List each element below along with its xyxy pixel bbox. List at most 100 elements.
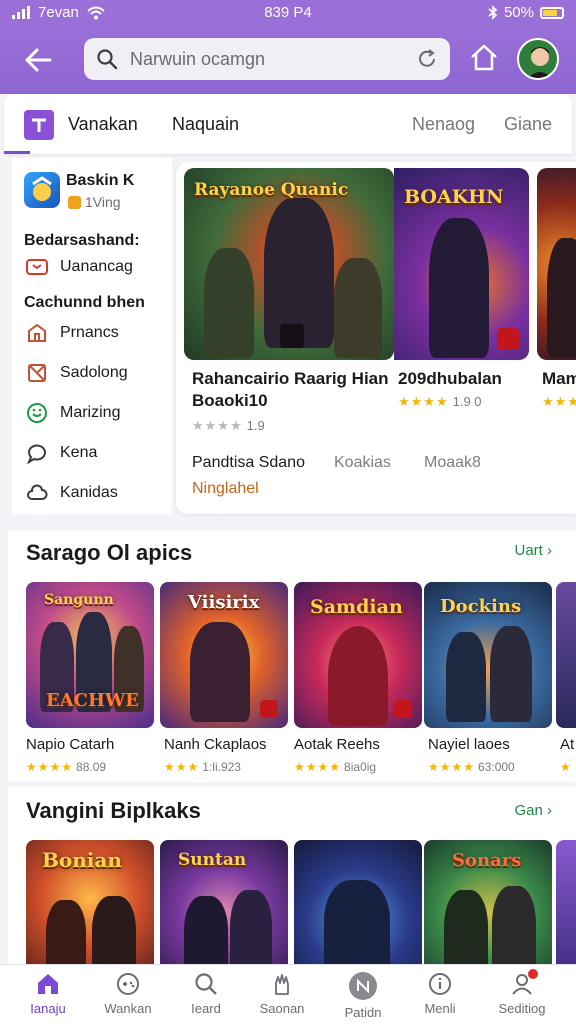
play-icon[interactable]	[280, 324, 304, 348]
back-arrow-icon[interactable]	[20, 42, 56, 78]
panel-item-marizing[interactable]: Marizing	[26, 402, 120, 424]
game-card[interactable]: Viisirix	[160, 582, 288, 728]
featured-card[interactable]: BOAKHN	[394, 168, 529, 360]
gamepad-icon	[117, 973, 139, 995]
game-art-title: Sonars	[452, 850, 522, 871]
nav-wankan[interactable]: Wankan	[92, 971, 164, 1016]
game-art-title: Bonian	[42, 848, 122, 872]
app-icon[interactable]	[24, 172, 60, 208]
featured-title-line: Mam	[542, 369, 576, 388]
see-all-link[interactable]: Gan ›	[514, 802, 552, 819]
featured-meta-3[interactable]: Moaak8	[424, 454, 481, 472]
featured-orange-label[interactable]: Ninglahel	[192, 480, 259, 498]
chat-bubble-icon	[27, 444, 46, 464]
panel-item-label: Kena	[60, 444, 98, 461]
game-card[interactable]: Sangunn EACHWE	[26, 582, 154, 728]
refresh-icon[interactable]	[416, 48, 438, 70]
stars-icon: ★★★★	[398, 394, 449, 409]
tab-bar: Vanakan Naquain Nenaog Giane	[4, 94, 572, 154]
section-title: Sarago Ol apics	[26, 540, 193, 565]
panel-item-label: Uanancag	[60, 258, 133, 275]
rating-value: 88.09	[76, 760, 107, 774]
rating: ★	[560, 760, 572, 774]
app-name[interactable]: Baskin K	[66, 172, 134, 190]
panel-item-kanidas[interactable]: Kanidas	[26, 482, 118, 504]
nav-seditiog[interactable]: Seditiog	[486, 969, 558, 1016]
game-card[interactable]	[294, 840, 422, 964]
tab-nenaog[interactable]: Nenaog	[412, 114, 475, 135]
notification-badge	[528, 969, 538, 979]
nav-home[interactable]: Ianaju	[12, 971, 84, 1016]
box-icon	[28, 364, 46, 382]
game-name[interactable]: Napio Catarh	[26, 736, 114, 753]
app-subtitle: 1Ving	[68, 194, 121, 210]
panel-item-sadolong[interactable]: Sadolong	[26, 362, 128, 384]
game-art-title: Samdian	[310, 596, 403, 618]
featured-title-line: Rahancairio Raarig Hian	[192, 369, 389, 388]
game-card[interactable]	[556, 582, 576, 728]
featured-title-3[interactable]: Mam	[542, 368, 576, 390]
rating: ★★★★ 8ia0ig	[294, 760, 376, 774]
stars-icon: ★★★★	[294, 760, 342, 774]
search-input[interactable]: Narwuin ocamgn	[130, 49, 265, 70]
game-art-title: Rayanoe Quanic	[194, 180, 349, 200]
featured-card[interactable]: Rayanoe Quanic	[184, 168, 394, 360]
featured-card[interactable]	[537, 168, 576, 360]
info-icon	[429, 973, 451, 995]
game-card[interactable]: Dockins	[424, 582, 552, 728]
home-icon[interactable]	[468, 42, 500, 74]
nav-menli[interactable]: Menli	[404, 971, 476, 1016]
stars-icon: ★★★	[542, 394, 576, 409]
panel-item-prnancs[interactable]: Prnancs	[26, 322, 119, 344]
home-icon	[38, 974, 58, 994]
avatar[interactable]	[517, 38, 559, 80]
game-card[interactable]: Bonian	[26, 840, 154, 964]
nav-patidn[interactable]: Patidn	[327, 971, 399, 1020]
rating: ★★★★ 88.09	[26, 760, 106, 774]
featured-title-1[interactable]: Rahancairio Raarig Hian Boaoki10	[192, 368, 392, 412]
search-icon	[97, 49, 118, 70]
game-card[interactable]	[556, 840, 576, 964]
nav-label: Patidn	[344, 1005, 382, 1020]
featured-title-line: 209dhubalan	[398, 369, 502, 388]
panel-item-uanancag[interactable]: Uanancag	[26, 258, 133, 276]
featured-meta-2[interactable]: Koakias	[334, 454, 391, 472]
game-name[interactable]: Nanh Ckaplaos	[164, 736, 267, 753]
nav-search[interactable]: Ieard	[170, 971, 242, 1016]
nav-label: Seditiog	[498, 1001, 546, 1016]
tab-indicator	[4, 151, 30, 154]
featured-title-2[interactable]: 209dhubalan	[398, 368, 528, 390]
game-badge-icon	[497, 328, 519, 350]
game-badge-icon	[260, 700, 278, 718]
panel-item-label: Kanidas	[60, 484, 118, 501]
nav-saonan[interactable]: Saonan	[246, 971, 318, 1016]
tab-giane[interactable]: Giane	[504, 114, 552, 135]
game-card[interactable]: Suntan	[160, 840, 288, 964]
stars-icon: ★★★★	[192, 418, 243, 433]
rating-value: 1.9 0	[452, 394, 482, 409]
panel-item-kena[interactable]: Kena	[26, 442, 97, 464]
rating-value: 8ia0ig	[344, 760, 377, 774]
status-bar: 7evan 839 P4 50%	[0, 0, 576, 26]
stars-icon: ★	[560, 760, 572, 774]
game-badge-icon	[394, 700, 412, 718]
nav-label: Saonan	[259, 1001, 305, 1016]
featured-carousel: Rayanoe Quanic BOAKHN Rahancairio Raarig…	[176, 162, 576, 514]
bottom-nav: Ianaju Wankan Ieard Saonan Patidn Menli …	[0, 964, 576, 1024]
panel-item-label: Marizing	[60, 404, 121, 421]
see-all-link[interactable]: Uart ›	[514, 542, 552, 559]
rating: ★★★	[542, 394, 576, 410]
game-name[interactable]: Aotak Reehs	[294, 736, 380, 753]
game-name[interactable]: Nayiel laoes	[428, 736, 510, 753]
featured-meta-1[interactable]: Pandtisa Sdano	[192, 454, 305, 472]
rating-value: 63:000	[478, 760, 515, 774]
see-all-label: Uart	[514, 542, 543, 559]
section-games-2: Vangini Biplkaks Gan › Bonian Suntan Son…	[8, 786, 576, 964]
tab-naquain[interactable]: Naquain	[172, 114, 239, 135]
game-name[interactable]: At	[560, 736, 574, 753]
side-panel: Baskin K 1Ving Bedarsashand: Uanancag Ca…	[12, 158, 172, 514]
search-bar[interactable]: Narwuin ocamgn	[84, 38, 450, 80]
tab-vanakan[interactable]: Vanakan	[68, 114, 138, 135]
game-card[interactable]: Samdian	[294, 582, 422, 728]
game-card[interactable]: Sonars	[424, 840, 552, 964]
